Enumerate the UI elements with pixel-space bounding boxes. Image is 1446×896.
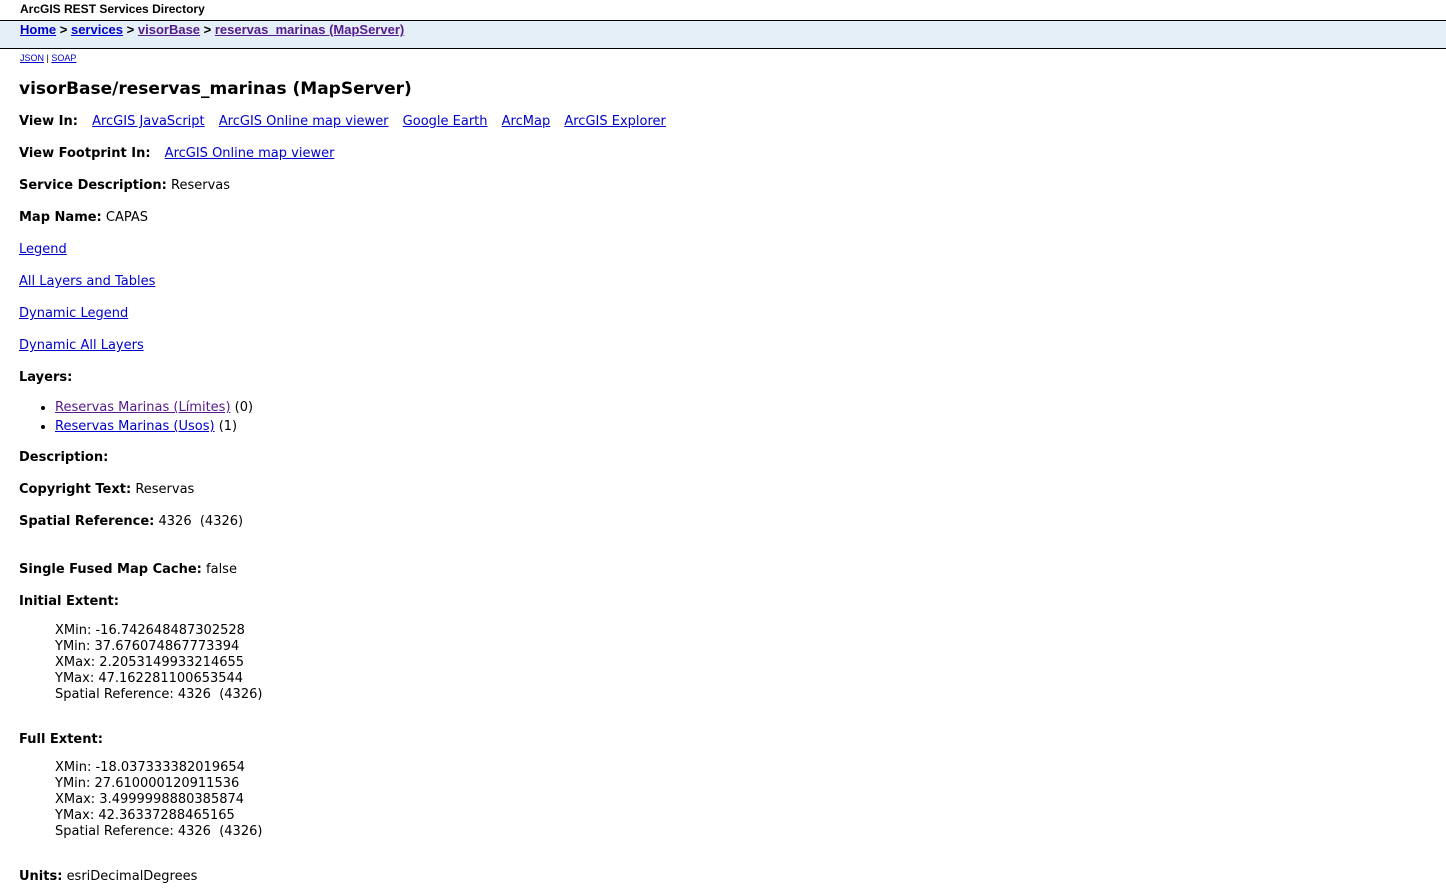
single-fused-value: false	[206, 562, 237, 577]
full-extent-spatial-reference: Spatial Reference: 4326 (4326)	[55, 824, 263, 839]
layer-id: (0)	[234, 400, 254, 415]
spatial-reference-row: Spatial Reference: 4326 (4326)	[19, 514, 243, 529]
initial-extent-label: Initial Extent:	[19, 594, 119, 609]
description-row: Description:	[19, 450, 108, 465]
breadcrumb-home-link[interactable]: Home	[20, 22, 56, 37]
initial-extent-ymax: YMax: 47.162281100653544	[55, 671, 244, 686]
format-links: JSON | SOAP	[20, 53, 76, 63]
dynamic-legend-link[interactable]: Dynamic Legend	[19, 306, 128, 321]
units-value: esriDecimalDegrees	[66, 869, 198, 884]
spatial-reference-label: Spatial Reference:	[19, 514, 155, 529]
layers-list: Reservas Marinas (Límites) (0) Reservas …	[19, 398, 253, 436]
view-in-arcmap-link[interactable]: ArcMap	[502, 114, 551, 129]
view-footprint-label: View Footprint In:	[19, 146, 151, 161]
map-name-label: Map Name:	[19, 210, 102, 225]
list-item: Reservas Marinas (Límites) (0)	[55, 398, 253, 417]
initial-extent-xmin: XMin: -16.742648487302528	[55, 623, 245, 638]
view-in-google-earth-link[interactable]: Google Earth	[403, 114, 488, 129]
initial-extent-values: XMin: -16.742648487302528 YMin: 37.67607…	[55, 623, 262, 703]
layer-link-usos[interactable]: Reservas Marinas (Usos)	[55, 419, 215, 434]
units-label: Units:	[19, 869, 63, 884]
layers-heading-row: Layers:	[19, 370, 72, 385]
view-in-arcgis-javascript-link[interactable]: ArcGIS JavaScript	[92, 114, 205, 129]
initial-extent-xmax: XMax: 2.2053149933214655	[55, 655, 245, 670]
breadcrumb-separator: >	[203, 22, 212, 37]
app-title: ArcGIS REST Services Directory	[20, 2, 205, 16]
legend-link[interactable]: Legend	[19, 242, 67, 257]
full-extent-heading-row: Full Extent:	[19, 732, 103, 747]
map-name-value: CAPAS	[105, 210, 149, 225]
copyright-row: Copyright Text: Reservas	[19, 482, 194, 497]
list-item: Reservas Marinas (Usos) (1)	[55, 417, 253, 436]
single-fused-row: Single Fused Map Cache: false	[19, 562, 237, 577]
all-layers-and-tables-link[interactable]: All Layers and Tables	[19, 274, 155, 289]
view-in-row: View In: ArcGIS JavaScript ArcGIS Online…	[19, 114, 666, 129]
full-extent-ymax: YMax: 42.36337288465165	[55, 808, 235, 823]
breadcrumb-separator: >	[59, 22, 68, 37]
soap-link[interactable]: SOAP	[51, 53, 76, 63]
dynamic-all-layers-row: Dynamic All Layers	[19, 338, 144, 353]
copyright-label: Copyright Text:	[19, 482, 132, 497]
spatial-reference-value: 4326 (4326)	[158, 514, 244, 529]
initial-extent-heading-row: Initial Extent:	[19, 594, 119, 609]
map-name-row: Map Name: CAPAS	[19, 210, 148, 225]
view-in-arcgis-online-link[interactable]: ArcGIS Online map viewer	[219, 114, 389, 129]
breadcrumb-visorbase-link[interactable]: visorBase	[138, 22, 200, 37]
units-row: Units: esriDecimalDegrees	[19, 869, 197, 884]
view-footprint-arcgis-online-link[interactable]: ArcGIS Online map viewer	[165, 146, 335, 161]
initial-extent-spatial-reference: Spatial Reference: 4326 (4326)	[55, 687, 263, 702]
description-label: Description:	[19, 450, 109, 465]
breadcrumb: Home > services > visorBase > reservas_m…	[0, 20, 1446, 49]
breadcrumb-current-service-link[interactable]: reservas_marinas (MapServer)	[215, 22, 404, 37]
full-extent-ymin: YMin: 27.610000120911536	[55, 776, 240, 791]
breadcrumb-separator: >	[126, 22, 135, 37]
json-link[interactable]: JSON	[20, 53, 44, 63]
dynamic-all-layers-link[interactable]: Dynamic All Layers	[19, 338, 144, 353]
breadcrumb-links: Home > services > visorBase > reservas_m…	[20, 22, 404, 37]
view-in-arcgis-explorer-link[interactable]: ArcGIS Explorer	[564, 114, 666, 129]
full-extent-values: XMin: -18.037333382019654 YMin: 27.61000…	[55, 760, 262, 840]
all-layers-row: All Layers and Tables	[19, 274, 155, 289]
layer-link-limites[interactable]: Reservas Marinas (Límites)	[55, 400, 231, 415]
view-footprint-row: View Footprint In: ArcGIS Online map vie…	[19, 146, 334, 161]
layers-label: Layers:	[19, 370, 73, 385]
view-in-label: View In:	[19, 114, 78, 129]
format-separator: |	[46, 53, 49, 63]
copyright-value: Reservas	[135, 482, 195, 497]
service-description-label: Service Description:	[19, 178, 167, 193]
page-title: visorBase/reservas_marinas (MapServer)	[19, 79, 412, 99]
service-description-value: Reservas	[171, 178, 230, 193]
initial-extent-ymin: YMin: 37.676074867773394	[55, 639, 240, 654]
single-fused-label: Single Fused Map Cache:	[19, 562, 202, 577]
layer-id: (1)	[218, 419, 238, 434]
full-extent-xmax: XMax: 3.4999998880385874	[55, 792, 245, 807]
dynamic-legend-row: Dynamic Legend	[19, 306, 128, 321]
legend-row: Legend	[19, 242, 67, 257]
service-description-row: Service Description: Reservas	[19, 178, 230, 193]
full-extent-xmin: XMin: -18.037333382019654	[55, 760, 245, 775]
breadcrumb-services-link[interactable]: services	[71, 22, 123, 37]
full-extent-label: Full Extent:	[19, 732, 103, 747]
